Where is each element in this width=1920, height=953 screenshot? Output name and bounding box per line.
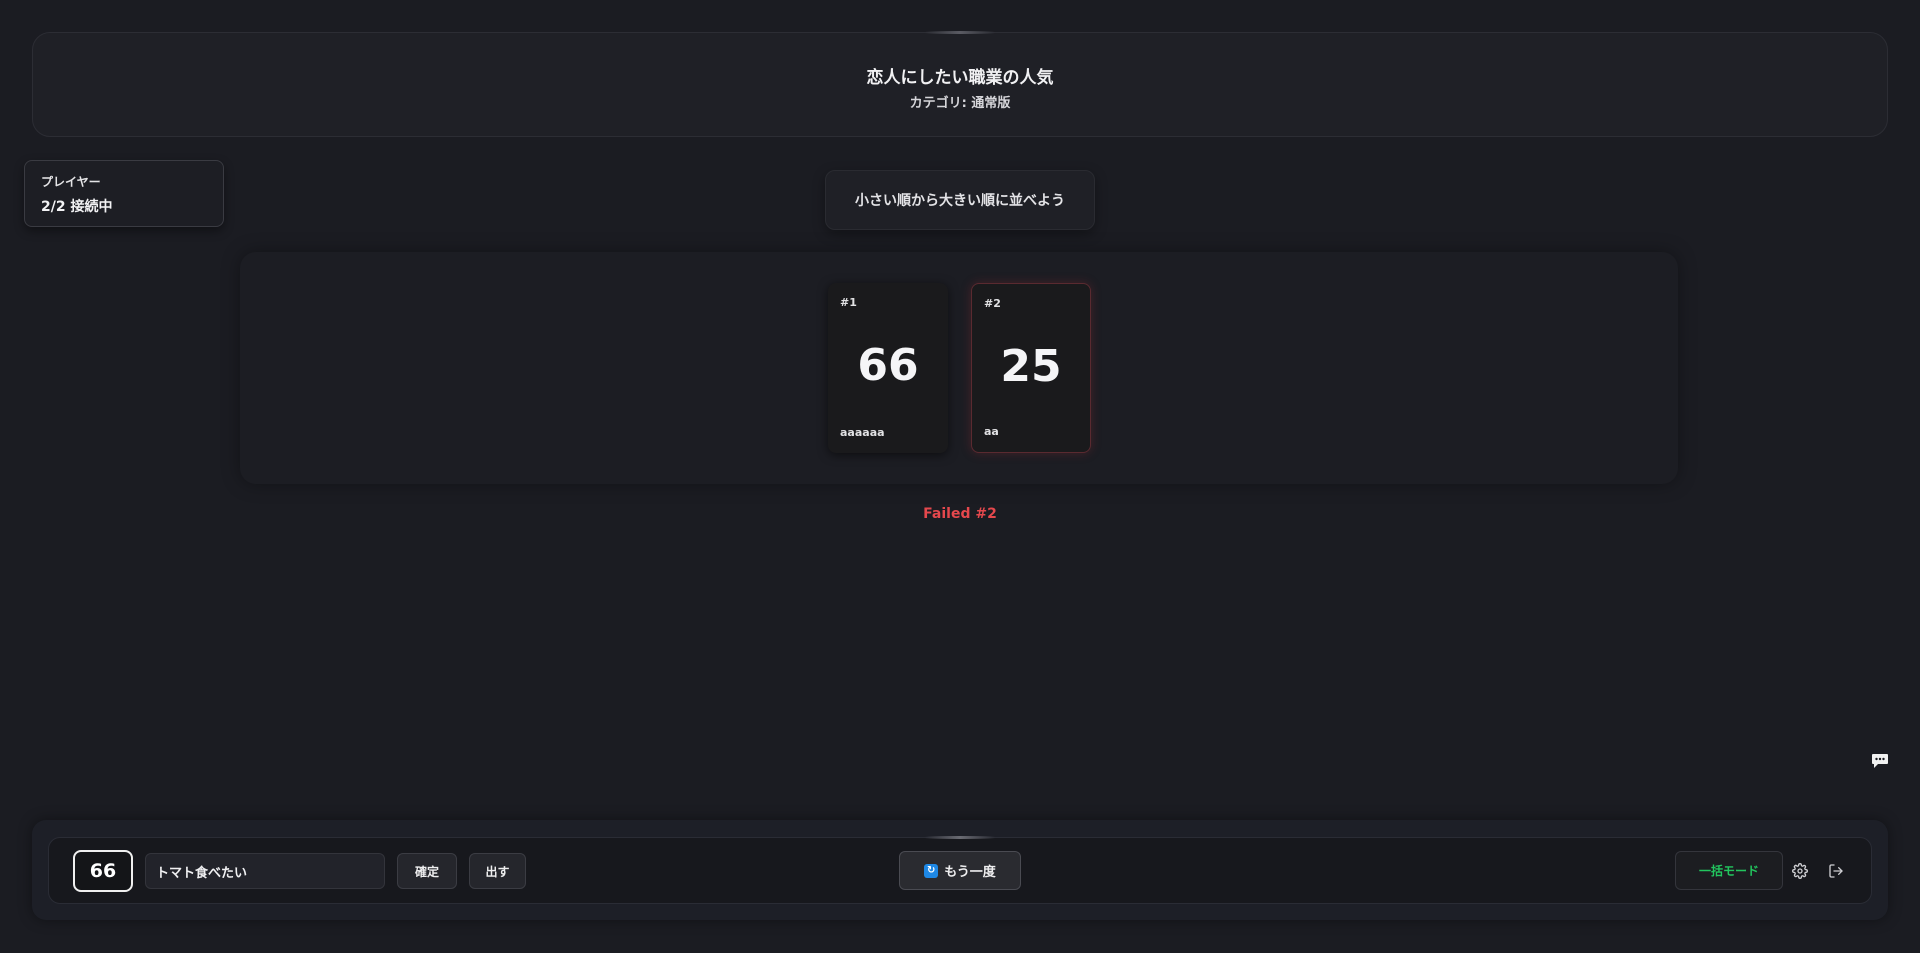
card-number: 66 <box>857 340 919 391</box>
topic-panel: 恋人にしたい職業の人気 カテゴリ: 通常版 <box>32 31 1888 137</box>
play-card-button[interactable]: 出す <box>469 853 526 889</box>
hint-input[interactable] <box>145 853 385 889</box>
my-number-badge: 66 <box>73 850 133 892</box>
players-label: プレイヤー <box>41 175 101 189</box>
played-card-1: #1 66 aaaaaa <box>828 283 948 453</box>
card-index: #1 <box>840 296 857 309</box>
card-player-name: aa <box>984 425 999 438</box>
card-index: #2 <box>984 297 1001 310</box>
exit-button[interactable] <box>1826 861 1846 881</box>
players-panel: プレイヤー 2/2 接続中 <box>24 160 224 227</box>
topic-category: カテゴリ: 通常版 <box>909 95 1011 111</box>
gear-icon <box>1792 863 1808 879</box>
chat-bubble-icon <box>1872 754 1888 768</box>
bottom-glow-divider <box>925 836 995 839</box>
result-message: Failed #2 <box>923 506 997 522</box>
settings-button[interactable] <box>1790 861 1810 881</box>
played-card-2: #2 25 aa <box>971 283 1091 453</box>
card-board <box>240 252 1678 484</box>
players-connection-status: 2/2 接続中 <box>41 199 113 215</box>
bulk-mode-button[interactable]: 一括モード <box>1675 851 1783 890</box>
confirm-button[interactable]: 確定 <box>397 853 457 889</box>
sort-instruction: 小さい順から大きい順に並べよう <box>825 170 1095 230</box>
card-number: 25 <box>1000 341 1062 392</box>
card-player-name: aaaaaa <box>840 426 885 439</box>
topic-glow-divider <box>925 31 995 34</box>
chat-button[interactable] <box>1870 753 1890 769</box>
logout-icon <box>1829 864 1843 878</box>
retry-label: もう一度 <box>944 865 996 880</box>
refresh-icon: ↻ <box>924 863 939 878</box>
topic-title: 恋人にしたい職業の人気 <box>866 67 1054 88</box>
retry-button[interactable]: ↻ もう一度 <box>899 851 1021 890</box>
game-screen: 恋人にしたい職業の人気 カテゴリ: 通常版 プレイヤー 2/2 接続中 小さい順… <box>0 0 1920 953</box>
